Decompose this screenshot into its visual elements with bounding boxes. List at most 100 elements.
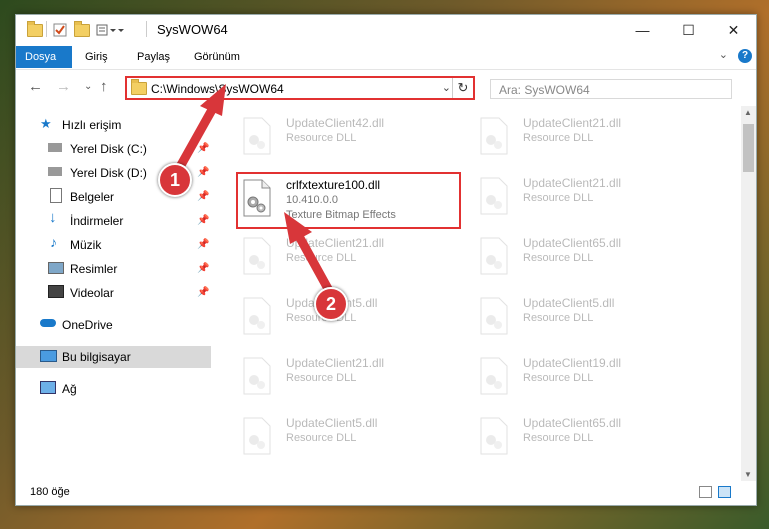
file-name: UpdateClient21.dll — [523, 116, 622, 130]
pin-icon[interactable]: 📌 — [197, 287, 209, 298]
list-item[interactable]: UpdateClient19.dll Resource DLL — [475, 352, 700, 402]
details-view-icon[interactable] — [699, 486, 712, 498]
file-type: Resource DLL — [523, 132, 594, 144]
dll-file-icon — [480, 117, 508, 155]
navigation-pane: ★ Hızlı erişim Yerel Disk (C:) 📌 Yerel D… — [16, 106, 211, 481]
up-arrow-icon[interactable]: ↑ — [100, 78, 108, 95]
file-type: Resource DLL — [286, 432, 357, 444]
properties-icon[interactable] — [53, 21, 67, 39]
expand-ribbon-icon[interactable]: ⌄ — [719, 48, 728, 61]
scroll-down-icon[interactable]: ▼ — [744, 470, 752, 479]
recent-locations-icon[interactable]: ⌄ — [84, 81, 92, 92]
item-count: 180 öğe — [30, 486, 70, 498]
file-name: UpdateClient21.dll — [286, 236, 385, 250]
sidebar-item-label: Resimler — [70, 262, 118, 276]
tiles-view-icon[interactable] — [718, 486, 731, 498]
new-folder-icon[interactable] — [74, 20, 90, 39]
dll-file-icon — [480, 357, 508, 395]
vertical-scrollbar[interactable]: ▲ ▼ — [741, 106, 756, 481]
tab-home[interactable]: Giriş — [76, 46, 117, 68]
list-item[interactable]: UpdateClient65.dll Resource DLL — [475, 232, 700, 282]
back-arrow-icon[interactable]: ← — [28, 78, 43, 95]
video-icon — [48, 285, 64, 298]
list-item[interactable]: UpdateClient21.dll Resource DLL — [475, 172, 700, 222]
download-icon: ↓ — [49, 209, 57, 226]
list-item[interactable]: UpdateClient65.dll Resource DLL — [475, 412, 700, 462]
sidebar-item-onedrive[interactable]: OneDrive — [16, 314, 211, 336]
address-path: C:\Windows\SysWOW64 — [151, 82, 284, 96]
sidebar-item-drive-c[interactable]: Yerel Disk (C:) 📌 — [16, 138, 211, 160]
sidebar-item-label: Bu bilgisayar — [62, 350, 131, 364]
pin-icon[interactable]: 📌 — [197, 215, 209, 226]
pin-icon[interactable]: 📌 — [197, 263, 209, 274]
sidebar-item-label: İndirmeler — [70, 214, 124, 228]
sidebar-item-label: Hızlı erişim — [62, 118, 122, 132]
dll-file-icon — [243, 417, 271, 455]
file-type: Resource DLL — [523, 312, 594, 324]
file-name: UpdateClient19.dll — [523, 356, 622, 370]
list-item[interactable]: UpdateClient21.dll Resource DLL — [475, 112, 700, 162]
close-button[interactable]: ✕ — [711, 15, 756, 45]
maximize-button[interactable]: ☐ — [666, 15, 711, 45]
sidebar-item-this-pc[interactable]: Bu bilgisayar — [16, 346, 211, 368]
tab-share[interactable]: Paylaş — [128, 46, 179, 68]
window-title: SysWOW64 — [157, 22, 228, 37]
list-item[interactable]: UpdateClient5.dll Resource DLL — [475, 292, 700, 342]
customize-toolbar-icon[interactable] — [96, 21, 124, 39]
pin-icon[interactable]: 📌 — [197, 239, 209, 250]
file-type: Resource DLL — [286, 132, 357, 144]
search-placeholder: Ara: SysWOW64 — [499, 83, 590, 97]
address-bar[interactable]: C:\Windows\SysWOW64 ⌄ ↻ — [125, 76, 475, 100]
file-name: UpdateClient65.dll — [523, 236, 622, 250]
minimize-button[interactable]: — — [620, 15, 665, 45]
file-type: Resource DLL — [523, 192, 594, 204]
sidebar-item-videos[interactable]: Videolar 📌 — [16, 282, 211, 304]
sidebar-item-quick-access[interactable]: ★ Hızlı erişim — [16, 114, 211, 136]
folder-icon — [131, 79, 147, 95]
cloud-icon — [40, 319, 56, 327]
refresh-icon[interactable]: ↻ — [452, 78, 473, 98]
file-name: UpdateClient65.dll — [523, 416, 622, 430]
file-list: UpdateClient42.dll Resource DLL UpdateCl… — [225, 106, 741, 481]
status-bar: 180 öğe — [16, 481, 756, 505]
address-dropdown-icon[interactable]: ⌄ — [442, 81, 451, 94]
sidebar-item-network[interactable]: Ağ — [16, 378, 211, 400]
list-item[interactable]: UpdateClient21.dll Resource DLL — [238, 352, 463, 402]
file-name: UpdateClient21.dll — [523, 176, 622, 190]
sidebar-item-pictures[interactable]: Resimler 📌 — [16, 258, 211, 280]
drive-icon — [48, 143, 62, 152]
dll-file-icon — [243, 237, 271, 275]
highlight-box — [236, 172, 461, 229]
search-box[interactable]: Ara: SysWOW64 — [490, 79, 732, 99]
explorer-window: SysWOW64 — ☐ ✕ Dosya Giriş Paylaş Görünü… — [15, 14, 757, 506]
divider — [46, 21, 47, 37]
sidebar-item-downloads[interactable]: ↓ İndirmeler 📌 — [16, 210, 211, 232]
scrollbar-thumb[interactable] — [743, 124, 754, 172]
file-name: UpdateClient42.dll — [286, 116, 385, 130]
network-icon — [40, 381, 56, 394]
file-type: Resource DLL — [286, 372, 357, 384]
drive-icon — [48, 167, 62, 176]
file-type: Resource DLL — [286, 252, 357, 264]
file-name: UpdateClient5.dll — [286, 416, 378, 430]
file-name: UpdateClient21.dll — [286, 356, 385, 370]
dll-file-icon — [480, 417, 508, 455]
pin-icon[interactable]: 📌 — [197, 143, 209, 154]
tab-view[interactable]: Görünüm — [185, 46, 249, 68]
forward-arrow-icon[interactable]: → — [56, 78, 71, 95]
step-1-badge: 1 — [158, 163, 192, 197]
computer-icon — [40, 350, 57, 362]
title-bar: SysWOW64 — ☐ ✕ — [16, 15, 756, 45]
tab-file[interactable]: Dosya — [16, 46, 72, 68]
pin-icon[interactable]: 📌 — [197, 191, 209, 202]
list-item[interactable]: UpdateClient5.dll Resource DLL — [238, 292, 463, 342]
scroll-up-icon[interactable]: ▲ — [744, 108, 752, 117]
list-item[interactable]: UpdateClient5.dll Resource DLL — [238, 412, 463, 462]
help-button[interactable]: ? — [738, 49, 752, 63]
folder-icon — [27, 20, 43, 39]
sidebar-item-music[interactable]: ♪ Müzik 📌 — [16, 234, 211, 256]
list-item[interactable]: UpdateClient21.dll Resource DLL — [238, 232, 463, 282]
pin-icon[interactable]: 📌 — [197, 167, 209, 178]
sidebar-item-label: OneDrive — [62, 318, 113, 332]
list-item[interactable]: UpdateClient42.dll Resource DLL — [238, 112, 463, 162]
